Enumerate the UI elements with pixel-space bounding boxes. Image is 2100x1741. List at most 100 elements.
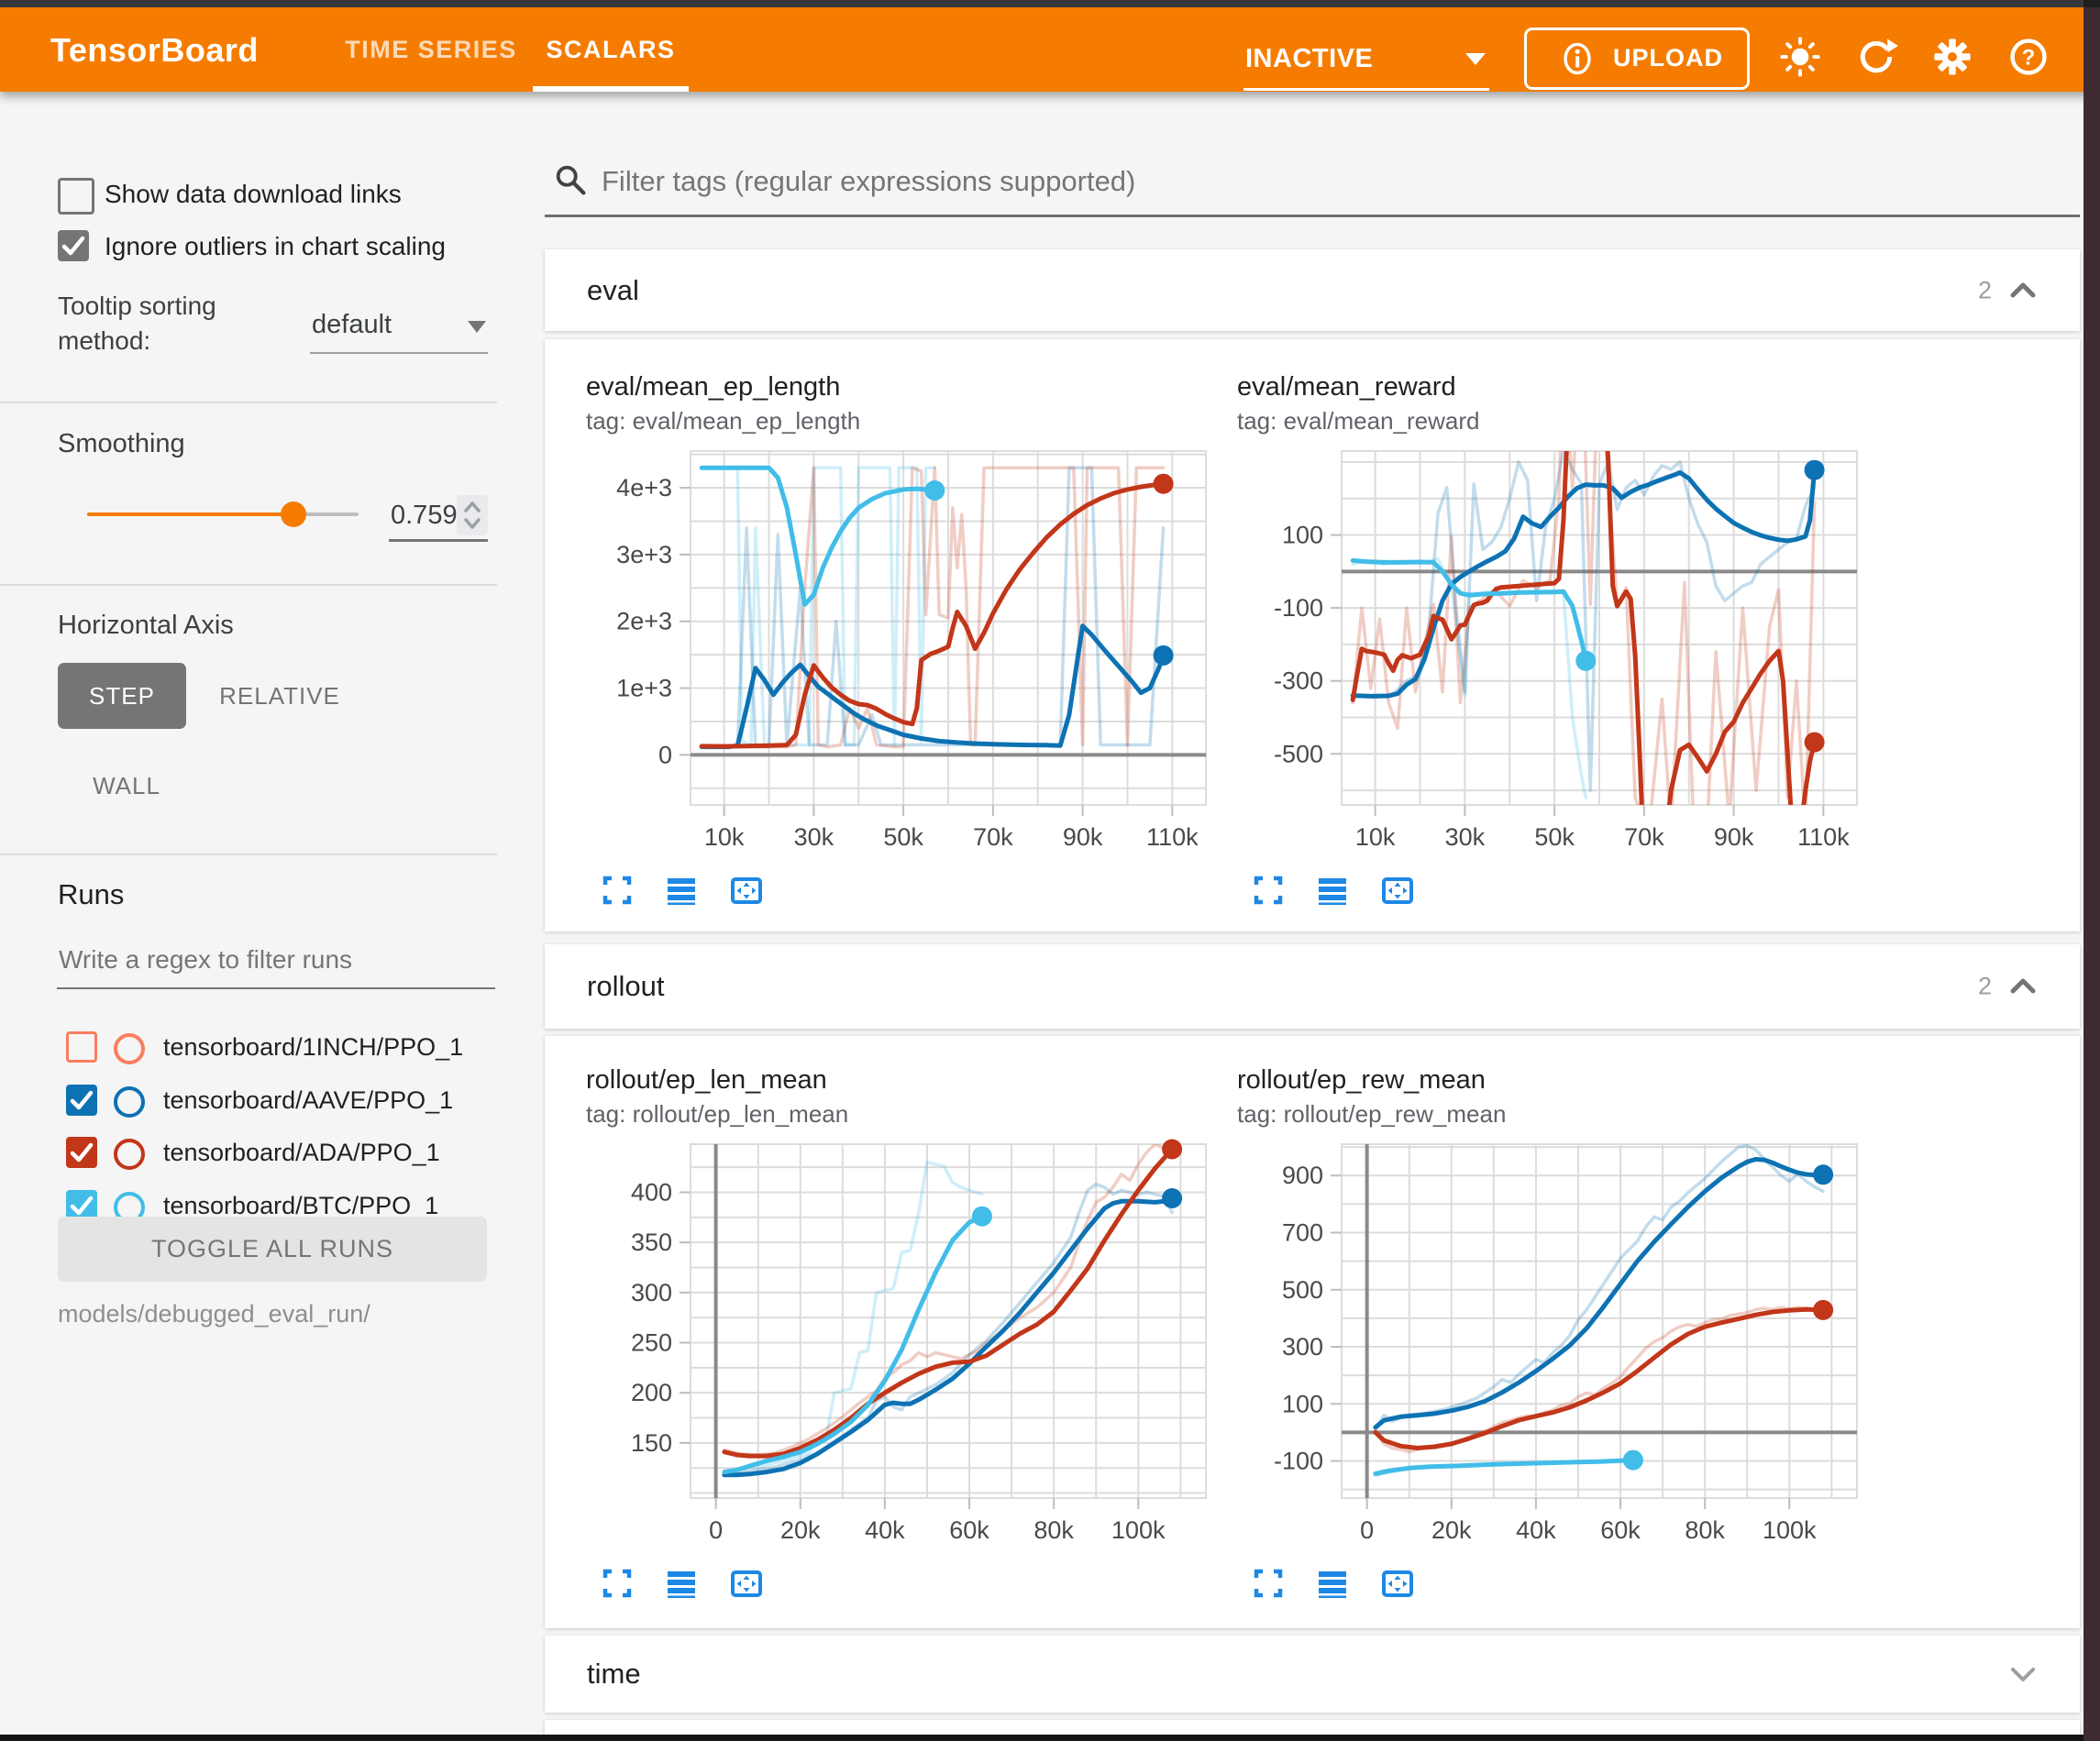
run-checkbox[interactable]: [66, 1031, 97, 1063]
ignore-outliers-checkbox[interactable]: [58, 230, 89, 261]
svg-text:30k: 30k: [1445, 823, 1486, 851]
run-label: tensorboard/AAVE/PPO_1: [163, 1086, 453, 1115]
smoothing-slider-fill: [87, 512, 293, 516]
tooltip-sorting-label-2: method:: [58, 326, 150, 356]
divider: [0, 402, 497, 403]
svg-text:-500: -500: [1274, 740, 1323, 767]
fullscreen-icon[interactable]: [1250, 872, 1287, 909]
axis-relative-button[interactable]: RELATIVE: [211, 663, 348, 729]
svg-text:200: 200: [631, 1379, 672, 1406]
run-row[interactable]: tensorboard/ADA/PPO_1: [0, 1137, 514, 1174]
app-title: TensorBoard: [50, 31, 259, 70]
svg-text:90k: 90k: [1714, 823, 1754, 851]
fullscreen-icon[interactable]: [599, 1565, 636, 1602]
search-icon: [552, 161, 591, 200]
svg-text:80k: 80k: [1033, 1516, 1074, 1544]
chart-eval-mean-ep-length: eval/mean_ep_length tag: eval/mean_ep_le…: [582, 372, 1224, 941]
smoothing-slider-thumb[interactable]: [281, 501, 306, 527]
svg-text:2e+3: 2e+3: [616, 608, 672, 635]
svg-text:250: 250: [631, 1329, 672, 1357]
line-chart[interactable]: 10k30k50k70k90k110k-500-300-100100: [1233, 444, 1875, 856]
svg-text:3e+3: 3e+3: [616, 541, 672, 568]
fit-domain-icon[interactable]: [1379, 1565, 1416, 1602]
tooltip-sorting-dropdown[interactable]: default: [310, 306, 488, 354]
tag-filter-input[interactable]: Filter tags (regular expressions support…: [545, 154, 2080, 217]
svg-text:90k: 90k: [1063, 823, 1103, 851]
run-checkbox[interactable]: [66, 1137, 97, 1168]
line-chart[interactable]: 10k30k50k70k90k110k01e+32e+33e+34e+3: [582, 444, 1224, 856]
axis-wall-button[interactable]: WALL: [72, 763, 182, 809]
line-chart[interactable]: 020k40k60k80k100k150200250300350400: [582, 1137, 1224, 1549]
fullscreen-icon[interactable]: [1250, 1565, 1287, 1602]
svg-text:70k: 70k: [1624, 823, 1664, 851]
smoothing-value: 0.759: [391, 501, 458, 531]
svg-text:100k: 100k: [1763, 1516, 1817, 1544]
line-chart[interactable]: 020k40k60k80k100k-100100300500700900: [1233, 1137, 1875, 1549]
section-header-eval[interactable]: eval 2: [545, 249, 2080, 331]
scrollbar-track[interactable]: [2083, 7, 2100, 1741]
toggle-all-runs-button[interactable]: TOGGLE ALL RUNS: [58, 1217, 487, 1282]
app-header: TensorBoard TIME SERIES SCALARS INACTIVE…: [0, 7, 2100, 92]
svg-text:350: 350: [631, 1229, 672, 1256]
svg-text:900: 900: [1282, 1162, 1323, 1189]
chevron-up-icon[interactable]: [2006, 276, 2039, 305]
chart-toolbar: [599, 872, 837, 912]
upload-button[interactable]: UPLOAD: [1524, 28, 1750, 90]
chart-tag: tag: eval/mean_reward: [1237, 407, 1479, 435]
svg-text:110k: 110k: [1797, 823, 1850, 851]
chevron-up-icon[interactable]: [2006, 972, 2039, 1001]
run-row[interactable]: tensorboard/1INCH/PPO_1: [0, 1031, 514, 1068]
data-table-icon[interactable]: [1314, 872, 1351, 909]
run-row[interactable]: tensorboard/AAVE/PPO_1: [0, 1085, 514, 1121]
svg-text:70k: 70k: [973, 823, 1013, 851]
svg-text:10k: 10k: [1355, 823, 1396, 851]
dropdown-arrow-icon: [1465, 53, 1486, 65]
svg-text:80k: 80k: [1685, 1516, 1725, 1544]
stepper-arrows-icon: [457, 495, 488, 535]
data-table-icon[interactable]: [1314, 1565, 1351, 1602]
data-table-icon[interactable]: [663, 1565, 700, 1602]
tab-scalars[interactable]: SCALARS: [528, 7, 693, 92]
svg-text:150: 150: [631, 1429, 672, 1457]
svg-text:4e+3: 4e+3: [616, 474, 672, 501]
chart-title: eval/mean_ep_length: [586, 372, 840, 402]
axis-step-button[interactable]: STEP: [58, 663, 186, 729]
section-body-eval: eval/mean_ep_length tag: eval/mean_ep_le…: [545, 339, 2080, 931]
divider: [0, 854, 497, 855]
smoothing-stepper[interactable]: [457, 495, 488, 535]
fit-domain-icon[interactable]: [1379, 872, 1416, 909]
settings-icon[interactable]: [1930, 35, 1974, 79]
help-icon[interactable]: ?: [2006, 35, 2050, 79]
section-header-rollout[interactable]: rollout 2: [545, 944, 2080, 1029]
tab-time-series[interactable]: TIME SERIES: [339, 7, 523, 92]
fit-domain-icon[interactable]: [728, 872, 765, 909]
brightness-icon[interactable]: [1778, 35, 1822, 79]
tag-filter-placeholder: Filter tags (regular expressions support…: [602, 165, 1135, 198]
run-color-swatch: [114, 1086, 145, 1118]
smoothing-value-input[interactable]: 0.759: [389, 493, 488, 542]
refresh-icon[interactable]: [1854, 35, 1898, 79]
check-icon: [58, 230, 89, 261]
svg-text:100: 100: [1282, 1390, 1323, 1417]
fit-domain-icon[interactable]: [728, 1565, 765, 1602]
divider: [0, 584, 497, 586]
chart-toolbar: [1250, 872, 1488, 912]
status-value: INACTIVE: [1245, 44, 1373, 74]
section-header-time[interactable]: time: [545, 1636, 2080, 1713]
fullscreen-icon[interactable]: [599, 872, 636, 909]
section-name: time: [587, 1658, 641, 1691]
horizontal-axis-label: Horizontal Axis: [58, 611, 234, 641]
svg-text:100: 100: [1282, 522, 1323, 549]
chart-rollout-ep-len-mean: rollout/ep_len_mean tag: rollout/ep_len_…: [582, 1065, 1224, 1634]
status-dropdown[interactable]: INACTIVE: [1243, 37, 1489, 91]
run-color-swatch: [114, 1139, 145, 1170]
runs-filter-input[interactable]: Write a regex to filter runs: [57, 940, 495, 989]
section-header-partial: [545, 1720, 2080, 1735]
run-checkbox[interactable]: [66, 1085, 97, 1116]
data-table-icon[interactable]: [663, 872, 700, 909]
show-download-links-checkbox[interactable]: [58, 178, 94, 215]
smoothing-label: Smoothing: [58, 429, 185, 459]
svg-text:1e+3: 1e+3: [616, 675, 672, 702]
svg-text:500: 500: [1282, 1276, 1323, 1304]
chevron-down-icon[interactable]: [2006, 1659, 2039, 1689]
